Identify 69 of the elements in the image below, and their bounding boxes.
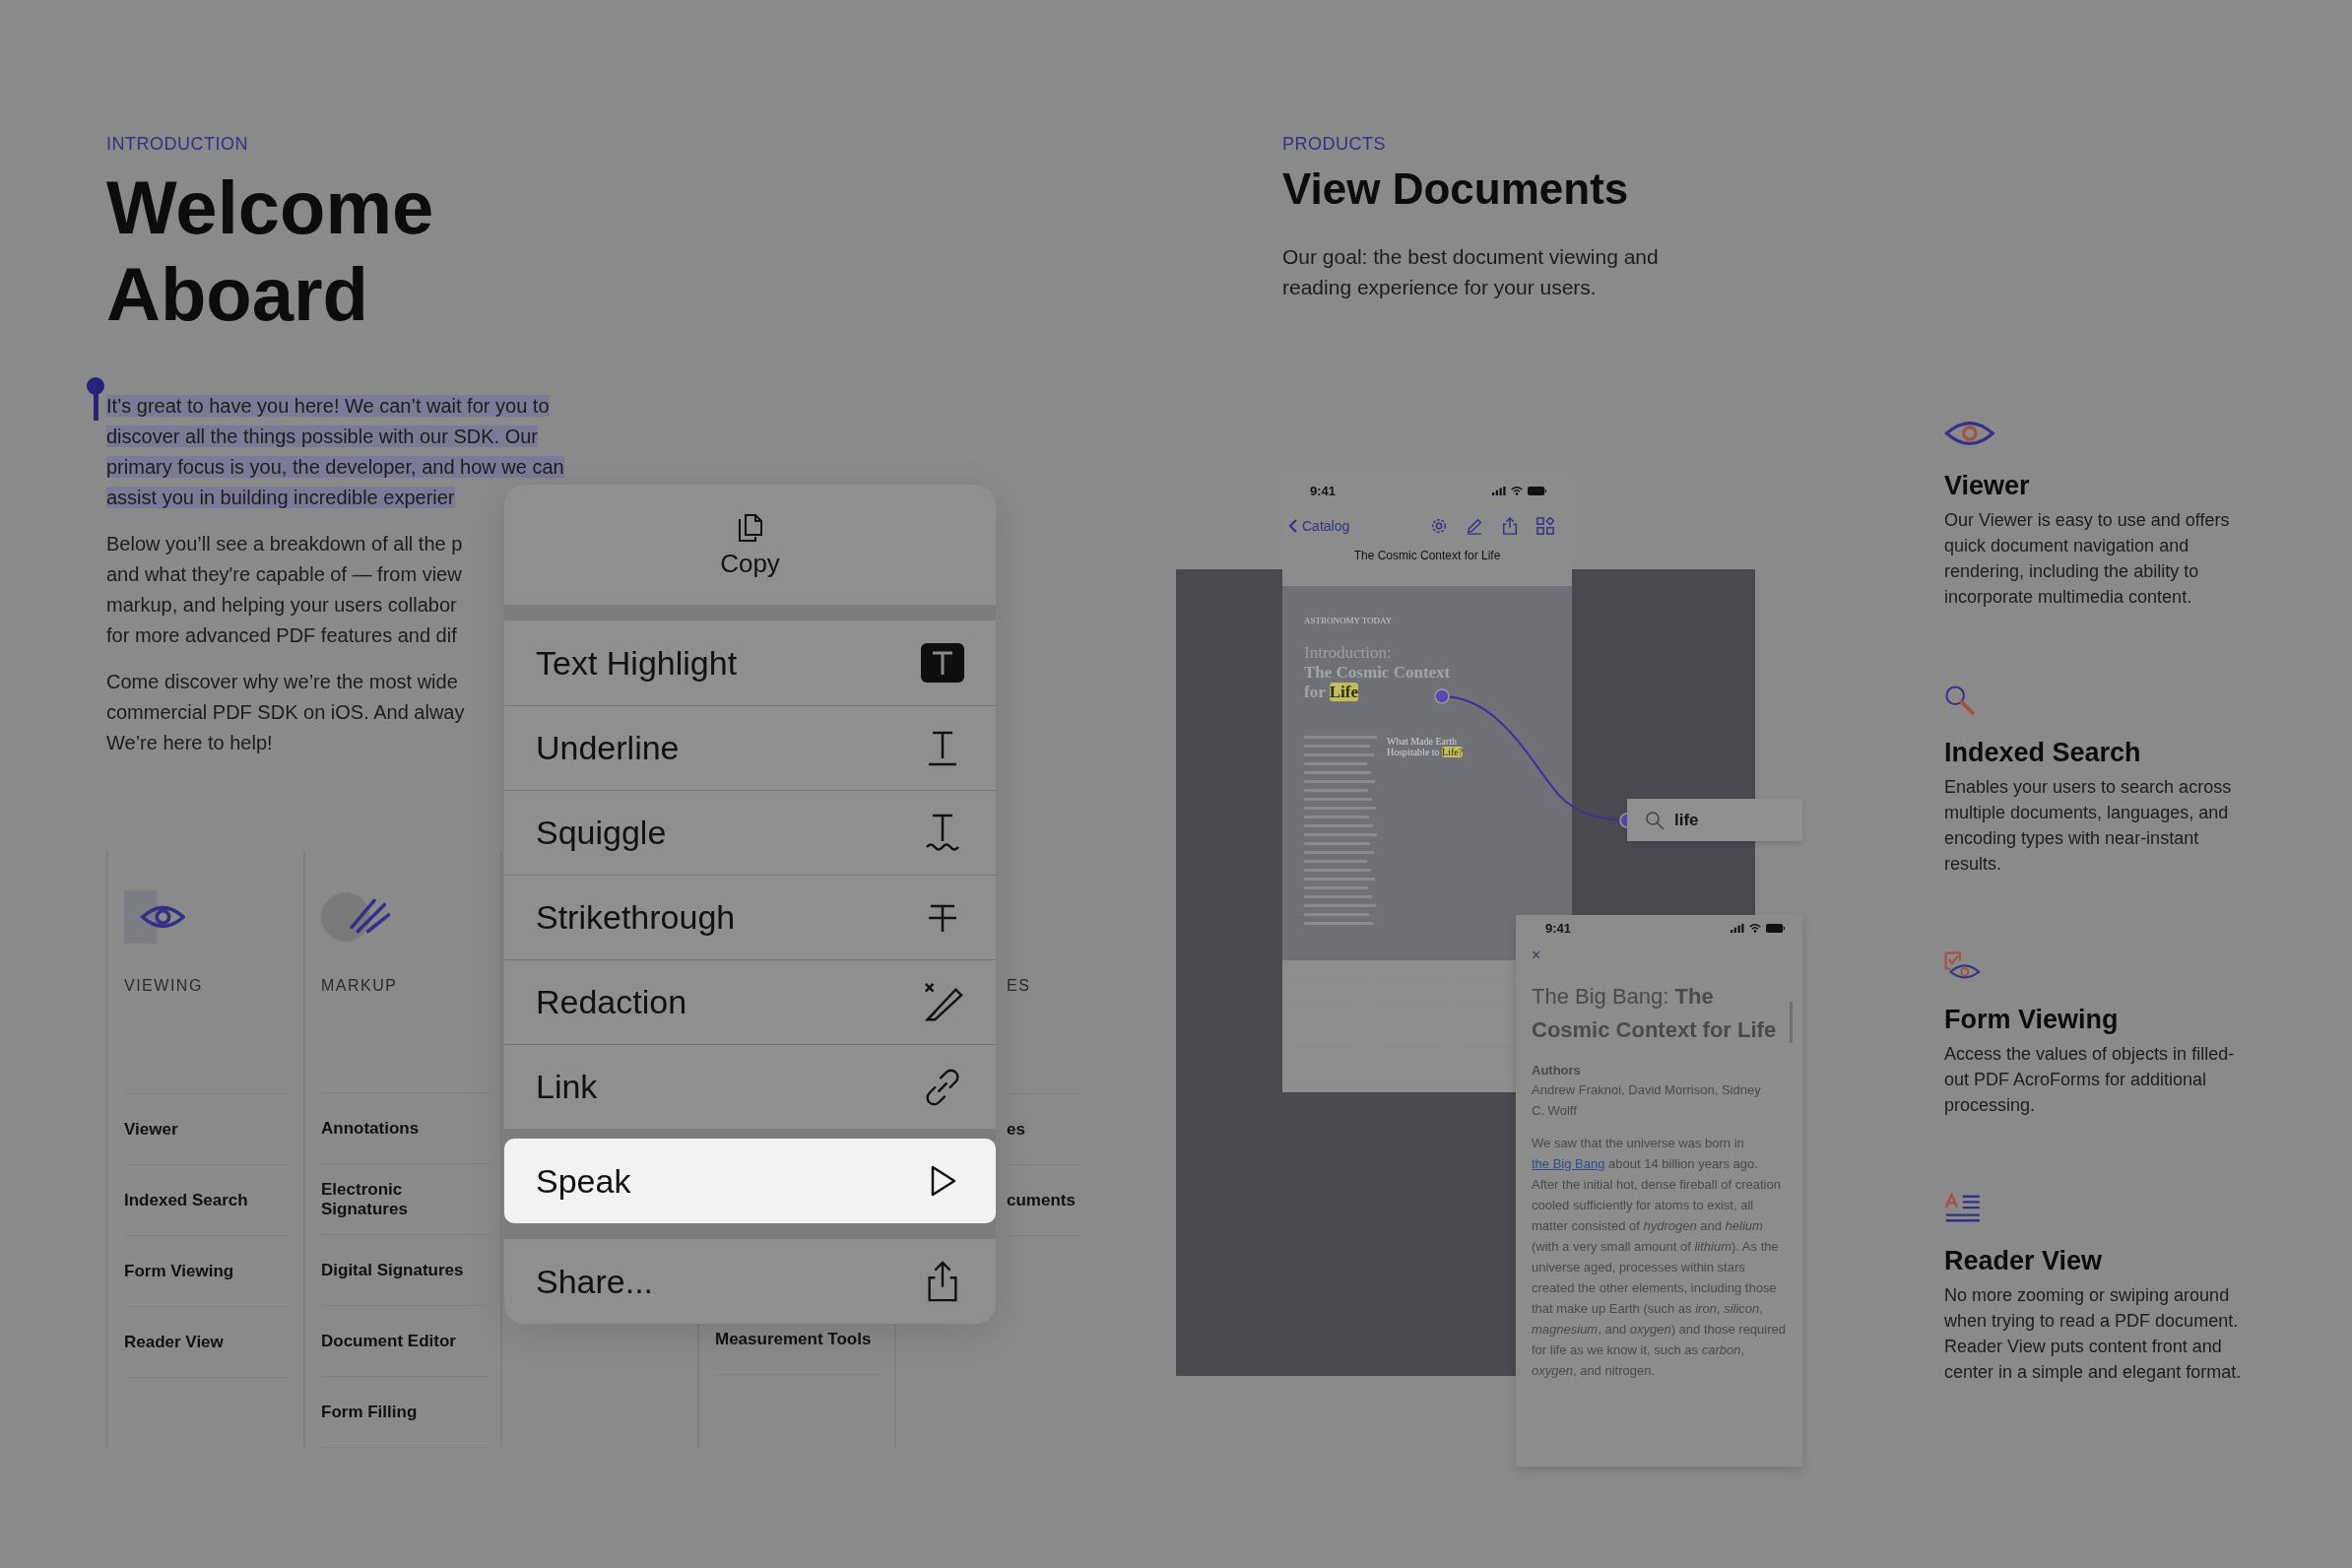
feature-title: Form Viewing	[1944, 1005, 2120, 1035]
feature-link[interactable]: es	[1007, 1119, 1025, 1140]
feature-link[interactable]: Reader View	[124, 1332, 224, 1352]
intro-paragraph: It’s great to have you here! We can’t wait for you to discover all the things possible with our SDK. Our primary focus is you, the developer, and how we can assist you in building incredible experier	[106, 394, 564, 510]
menu-item[interactable]: Strikethrough	[504, 875, 996, 959]
feature-link[interactable]: Document Editor	[321, 1331, 456, 1351]
feature-title: Indexed Search	[1944, 738, 2142, 768]
feature-description: Enables your users to search across multiple documents, languages, and encoding types with near-instant results.	[1944, 776, 2233, 876]
section-heading: View Documents	[1282, 164, 1630, 214]
feature-title: Reader View	[1944, 1246, 2104, 1276]
feature-link[interactable]: Digital Signatures	[321, 1260, 464, 1280]
intro-paragraph: Come discover why we’re the most wide commercial PDF SDK on iOS. And alway We’re here to help!	[106, 670, 465, 755]
authors-label: Authors	[1532, 1063, 1582, 1078]
feature-link[interactable]: Electronic Signatures	[321, 1179, 489, 1219]
authors-text: Andrew Fraknoi, David Morrison, Sidney C. Wolff	[1532, 1081, 1762, 1120]
menu-item[interactable]: Redaction	[504, 959, 996, 1044]
pencil-icon[interactable]	[1466, 517, 1483, 535]
signal-icon	[1492, 486, 1506, 495]
share-icon[interactable]	[1501, 517, 1519, 535]
wifi-icon	[1748, 923, 1761, 933]
feature-link[interactable]: Viewer	[124, 1119, 178, 1140]
section-description: Our goal: the best document viewing and reading experience for your users.	[1282, 244, 1660, 300]
battery-icon	[1765, 923, 1785, 933]
section-eyebrow: PRODUCTS	[1282, 134, 1387, 155]
search-icon	[1944, 685, 1976, 716]
article-title: The Big Bang: The Cosmic Context for Life	[1532, 983, 1778, 1044]
feature-title: Viewer	[1944, 471, 2031, 501]
category-label: ES	[1007, 977, 1031, 995]
wifi-icon	[1510, 486, 1523, 495]
feature-link[interactable]: Form Viewing	[124, 1261, 234, 1281]
status-time: 9:41	[1310, 483, 1338, 498]
intro-paragraph: Below you’ll see a breakdown of all the p and what they're capable of — from view markup, and helping your users collabor for more advanced PDF features and dif	[106, 532, 463, 648]
chevron-icon	[1288, 518, 1298, 534]
status-time: 9:41	[1545, 920, 1573, 936]
copy-button[interactable]: Copy	[504, 485, 996, 605]
reader-text-icon	[1944, 1193, 1982, 1224]
menu-item[interactable]: Text Highlight	[504, 621, 996, 705]
feature-link[interactable]: Indexed Search	[124, 1190, 248, 1210]
page-heading: Welcome Aboard	[106, 164, 435, 338]
feature-link[interactable]: cuments	[1007, 1190, 1076, 1210]
eye-icon	[124, 890, 186, 944]
search-icon	[1645, 810, 1665, 830]
signal-icon	[1731, 923, 1744, 933]
category-label: MARKUP	[321, 977, 398, 995]
back-button[interactable]: Catalog	[1288, 518, 1350, 534]
text-highlight-icon	[921, 642, 964, 684]
feature-description: Access the values of objects in filled-out PDF AcroForms for additional processing.	[1944, 1043, 2236, 1117]
document-title: The Cosmic Context for Life	[1352, 548, 1502, 564]
feature-link[interactable]: Annotations	[321, 1118, 420, 1139]
selection-handle-icon[interactable]	[87, 377, 104, 421]
close-button[interactable]: ×	[1532, 947, 1541, 964]
search-field[interactable]: life	[1627, 799, 1802, 841]
category-label: VIEWING	[124, 977, 203, 995]
article-paragraph: We saw that the universe was born in the Big Bang about 14 billion years ago. After the initial hot, dense fireball of creation cooled sufficiently for atoms to exist, all matter consisted of hydrogen and helium (with a very small amount of lithium). As the universe aged, processes within stars created the other elements, including those that make up Earth (such as iron, silicon, magnesium, and oxygen) and those required for life as we know it, such as carbon, oxygen, and nitrogen.	[1532, 1135, 1787, 1380]
menu-item[interactable]: Share...	[504, 1239, 996, 1324]
settings-icon[interactable]	[1430, 517, 1448, 535]
battery-icon	[1527, 486, 1546, 495]
page-header-text: ASTRONOMY TODAY	[1304, 616, 1393, 625]
menu-item[interactable]: Speak	[504, 1139, 996, 1223]
feature-description: Our Viewer is easy to use and offers quick document navigation and rendering, including the ability to incorporate multimedia content.	[1944, 509, 2231, 609]
section-heading-text: What Made Earth Hospitable to Life?	[1387, 736, 1465, 757]
menu-item[interactable]: Squiggle	[504, 790, 996, 875]
menu-item[interactable]: Underline	[504, 705, 996, 790]
feature-link[interactable]: Form Filling	[321, 1402, 418, 1422]
grid-icon[interactable]	[1536, 517, 1554, 535]
section-eyebrow: INTRODUCTION	[106, 134, 249, 155]
menu-item[interactable]: Link	[504, 1044, 996, 1129]
feature-description: No more zooming or swiping around when trying to read a PDF document. Reader View puts content front and center in a simple and elegant format.	[1944, 1284, 2243, 1384]
feature-link[interactable]: Measurement Tools	[715, 1329, 872, 1349]
